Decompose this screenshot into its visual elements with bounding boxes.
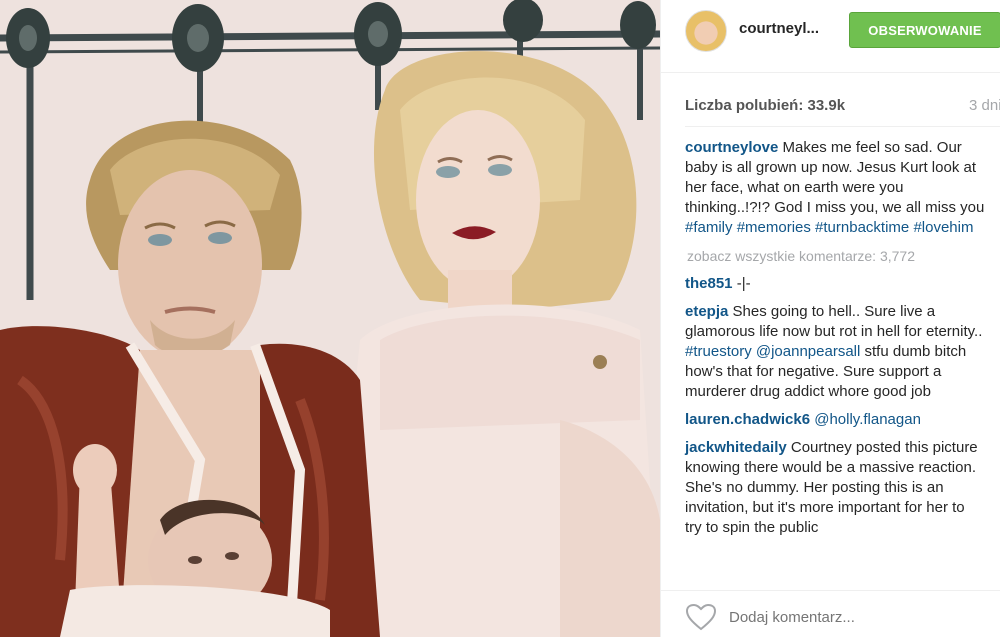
view-all-comments-link[interactable]: zobacz wszystkie komentarze: 3,772 <box>685 246 985 266</box>
comment-item: etepja Shes going to hell.. Sure live a … <box>685 302 985 402</box>
comment-item: jackwhitedaily Courtney posted this pict… <box>685 438 985 538</box>
hashtag-link[interactable]: #memories <box>737 219 811 236</box>
post-photo[interactable] <box>0 0 660 637</box>
mention-link[interactable]: @holly.flanagan <box>814 411 921 428</box>
comment-list: courtneylove Makes me feel so sad. Our b… <box>685 138 985 546</box>
comment-text: Shes going to hell.. Sure live a glamoro… <box>685 303 987 340</box>
comment-username[interactable]: jackwhitedaily <box>685 439 787 456</box>
comment-username[interactable]: the851 <box>685 275 733 292</box>
photo-illustration <box>0 0 660 637</box>
follow-button[interactable]: OBSERWOWANIE <box>849 12 1000 48</box>
likes-count[interactable]: Liczba polubień: 33.9k <box>685 97 845 114</box>
comment-username[interactable]: lauren.chadwick6 <box>685 411 810 428</box>
comment-username[interactable]: etepja <box>685 303 728 320</box>
comments-container: the851 -|- etepja Shes going to hell.. Su… <box>685 274 985 538</box>
comment-footer <box>661 590 1000 637</box>
divider <box>685 126 1000 127</box>
mention-link[interactable]: @joannpearsall <box>756 343 860 360</box>
heart-icon[interactable] <box>685 603 717 631</box>
comment-text: -|- <box>732 275 751 292</box>
username-link[interactable]: courtneyl... <box>739 20 819 37</box>
hashtag-link[interactable]: #truestory <box>685 343 752 360</box>
comment-item: lauren.chadwick6 @holly.flanagan <box>685 410 985 430</box>
hashtag-link[interactable]: #turnbacktime <box>815 219 909 236</box>
post-time[interactable]: 3 dni <box>969 97 1000 114</box>
post-header: courtneyl... OBSERWOWANIE <box>661 0 1000 73</box>
caption-username[interactable]: courtneylove <box>685 139 778 156</box>
avatar[interactable] <box>685 10 727 52</box>
post-sidebar: courtneyl... OBSERWOWANIE Liczba polubie… <box>660 0 1000 637</box>
caption: courtneylove Makes me feel so sad. Our b… <box>685 138 985 238</box>
hashtag-link[interactable]: #lovehim <box>913 219 973 236</box>
hashtag-link[interactable]: #family <box>685 219 733 236</box>
add-comment-input[interactable] <box>729 609 979 626</box>
comment-item: the851 -|- <box>685 274 985 294</box>
